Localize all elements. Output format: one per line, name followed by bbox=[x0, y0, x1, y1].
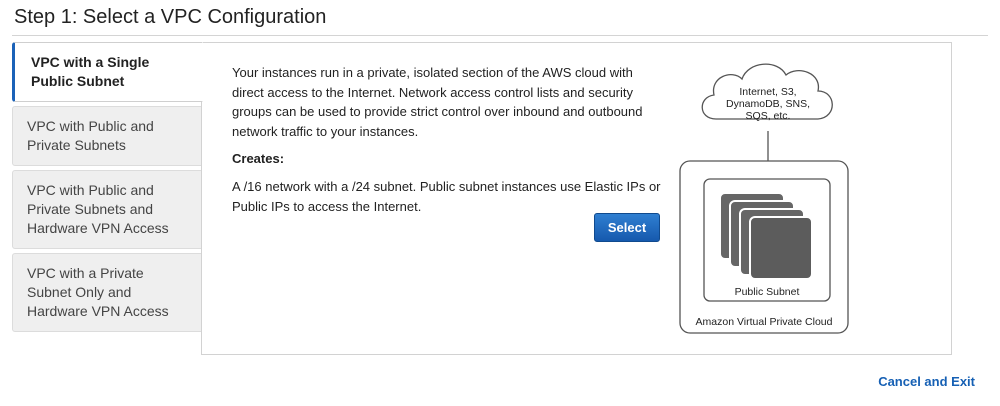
vpc-diagram: Internet, S3, DynamoDB, SNS, SQS, etc. A… bbox=[676, 51, 866, 347]
instance-icon bbox=[749, 216, 813, 280]
vpc-diagram-graphic: Internet, S3, DynamoDB, SNS, SQS, etc. A… bbox=[679, 63, 849, 334]
creates-description: A /16 network with a /24 subnet. Public … bbox=[232, 179, 661, 214]
cloud-line-2: DynamoDB, SNS, bbox=[726, 98, 810, 110]
vpc-options-list: VPC with a Single Public Subnet VPC with… bbox=[12, 42, 203, 336]
cancel-and-exit-link[interactable]: Cancel and Exit bbox=[878, 374, 975, 389]
subnet-label: Public Subnet bbox=[735, 286, 800, 298]
creates-heading: Creates: bbox=[232, 151, 285, 166]
page-title: Step 1: Select a VPC Configuration bbox=[14, 6, 327, 28]
option-private-only-vpn[interactable]: VPC with a Private Subnet Only and Hardw… bbox=[12, 253, 202, 332]
option-single-public-subnet[interactable]: VPC with a Single Public Subnet bbox=[12, 42, 203, 102]
option-public-private-vpn[interactable]: VPC with Public and Private Subnets and … bbox=[12, 170, 202, 249]
title-divider bbox=[12, 35, 988, 36]
cloud-line-3: SQS, etc. bbox=[746, 110, 791, 122]
option-public-private-subnets[interactable]: VPC with Public and Private Subnets bbox=[12, 106, 202, 166]
option-description: Your instances run in a private, isolate… bbox=[232, 65, 643, 139]
cloud-line-1: Internet, S3, bbox=[739, 86, 796, 98]
select-button[interactable]: Select bbox=[594, 213, 660, 242]
vpc-label: Amazon Virtual Private Cloud bbox=[696, 316, 833, 328]
option-detail-panel: Your instances run in a private, isolate… bbox=[201, 42, 952, 355]
